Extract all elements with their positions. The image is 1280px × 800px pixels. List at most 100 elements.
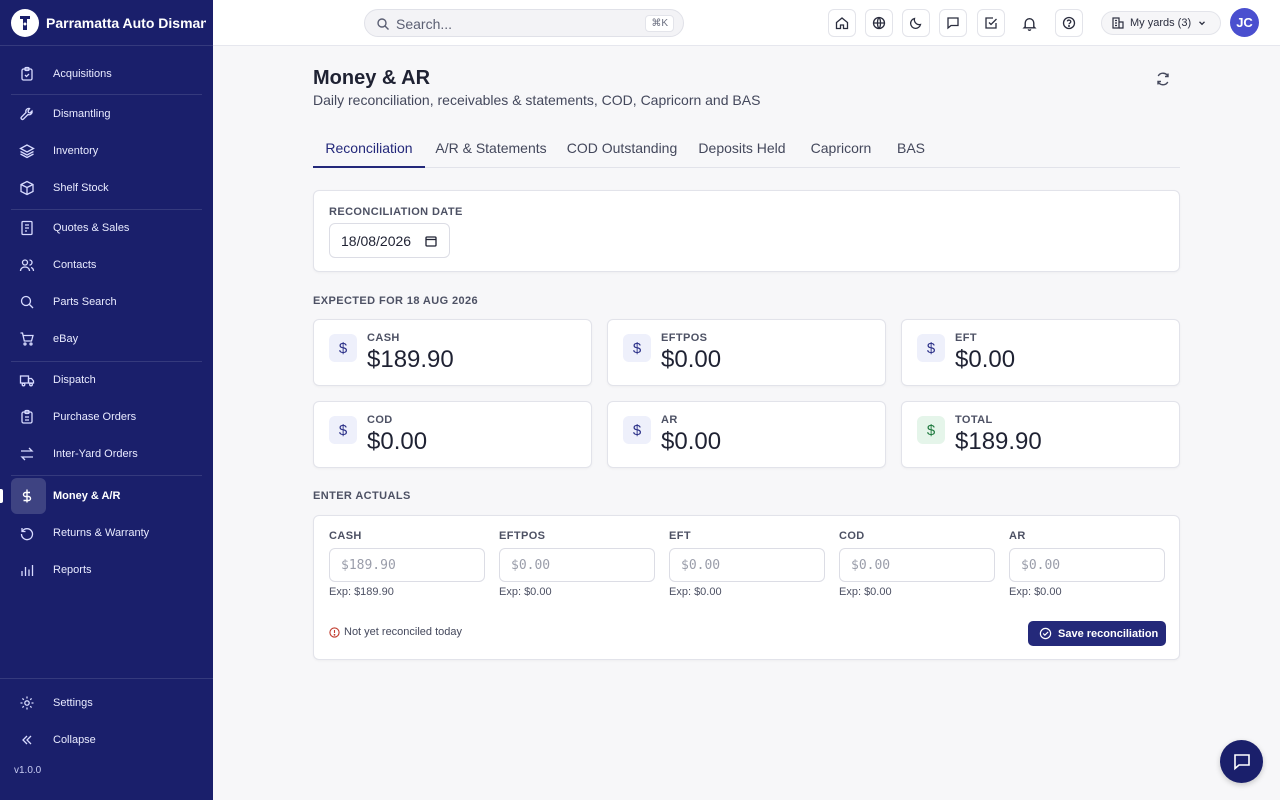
sidebar-item-parts-search[interactable]: Parts Search: [11, 284, 202, 320]
bell-icon: [1021, 17, 1037, 31]
yard-selector[interactable]: My yards (3): [1101, 11, 1221, 35]
layers-icon: [19, 144, 35, 159]
stat-value: $189.90: [955, 428, 1042, 455]
dollar-icon: [22, 489, 32, 503]
sidebar-item-dispatch[interactable]: Dispatch: [11, 362, 202, 398]
nav-divider: [11, 475, 202, 476]
tab-reconciliation[interactable]: Reconciliation: [313, 130, 425, 168]
reconciliation-date-input[interactable]: 18/08/2026: [329, 223, 450, 258]
app-version: v1.0.0: [14, 765, 42, 776]
sidebar-item-returns-warranty[interactable]: Returns & Warranty: [11, 515, 202, 551]
expected-hint: Exp: $189.90: [329, 586, 394, 598]
sidebar-collapse-button[interactable]: Collapse: [11, 722, 202, 758]
search-placeholder: Search...: [396, 16, 453, 32]
eftpos-actual-input[interactable]: $0.00: [499, 548, 655, 582]
topbar: Search... ⌘K My yards (3) JC: [213, 0, 1280, 46]
sidebar-item-label: Dismantling: [53, 108, 111, 120]
tab-deposits-held[interactable]: Deposits Held: [693, 130, 791, 168]
language-button[interactable]: [865, 9, 893, 37]
sidebar-item-label: Contacts: [53, 259, 97, 271]
date-value: 18/08/2026: [341, 233, 412, 249]
reconciliation-date-label: RECONCILIATION DATE: [329, 206, 463, 218]
tab-cod-outstanding[interactable]: COD Outstanding: [563, 130, 681, 168]
sidebar-item-reports[interactable]: Reports: [11, 552, 202, 588]
settings-label: Settings: [53, 697, 93, 709]
brand[interactable]: Parramatta Auto Dismantlers: [0, 0, 213, 46]
home-button[interactable]: [828, 9, 856, 37]
message-square-icon: [947, 17, 959, 30]
sidebar-item-ebay[interactable]: eBay: [11, 321, 202, 357]
chevron-down-icon: [1199, 21, 1206, 26]
eft-actual-input[interactable]: $0.00: [669, 548, 825, 582]
building-icon: [1112, 17, 1124, 29]
sidebar-item-money-ar[interactable]: Money & A/R: [11, 478, 202, 514]
search-shortcut-hint: ⌘K: [645, 15, 674, 32]
expected-ar-card: $ AR $0.00: [607, 401, 886, 468]
tab-bar: Reconciliation A/R & Statements COD Outs…: [313, 130, 1180, 168]
receipt-icon: [21, 220, 33, 236]
refresh-icon[interactable]: [1155, 71, 1171, 87]
cart-icon: [20, 332, 34, 346]
expected-hint: Exp: $0.00: [669, 586, 722, 598]
expected-eft-card: $ EFT $0.00: [901, 319, 1180, 386]
truck-icon: [19, 375, 35, 387]
dollar-icon: $: [917, 334, 945, 362]
field-label: COD: [839, 530, 865, 542]
stat-value: $0.00: [661, 428, 722, 455]
globe-icon: [872, 16, 886, 30]
calendar-icon[interactable]: [425, 235, 437, 247]
sidebar-item-inter-yard-orders[interactable]: Inter-Yard Orders: [11, 436, 202, 472]
search-icon: [377, 18, 389, 30]
sidebar-footer-divider: [0, 678, 213, 679]
stat-value: $0.00: [955, 346, 1016, 373]
expected-cash-card: $ CASH $189.90: [313, 319, 592, 386]
sidebar-item-quotes-sales[interactable]: Quotes & Sales: [11, 210, 202, 246]
notifications-button[interactable]: [1015, 9, 1043, 37]
messages-button[interactable]: [939, 9, 967, 37]
ar-actual-input[interactable]: $0.00: [1009, 548, 1165, 582]
sidebar-item-inventory[interactable]: Inventory: [11, 133, 202, 169]
bar-chart-icon: [21, 565, 34, 576]
help-circle-icon: [1062, 16, 1076, 30]
dollar-icon: $: [623, 334, 651, 362]
search-input[interactable]: Search... ⌘K: [364, 9, 684, 37]
sidebar-item-label: Purchase Orders: [53, 411, 137, 423]
sidebar-item-shelf-stock[interactable]: Shelf Stock: [11, 170, 202, 206]
tasks-button[interactable]: [977, 9, 1005, 37]
cod-actual-input[interactable]: $0.00: [839, 548, 995, 582]
field-label: AR: [1009, 530, 1026, 542]
expected-hint: Exp: $0.00: [499, 586, 552, 598]
chat-button[interactable]: [1220, 740, 1263, 783]
theme-toggle-button[interactable]: [902, 9, 930, 37]
dollar-icon: $: [917, 416, 945, 444]
sidebar: Parramatta Auto Dismantlers Acquisitions…: [0, 0, 213, 800]
sidebar-item-purchase-orders[interactable]: Purchase Orders: [11, 399, 202, 435]
wrench-icon: [20, 107, 33, 121]
cash-actual-input[interactable]: $189.90: [329, 548, 485, 582]
sidebar-item-dismantling[interactable]: Dismantling: [11, 96, 202, 132]
users-icon: [19, 259, 35, 272]
active-indicator: [0, 489, 3, 503]
sidebar-item-label: Inter-Yard Orders: [53, 448, 138, 460]
tab-ar-statements[interactable]: A/R & Statements: [429, 130, 553, 168]
return-icon: [20, 528, 34, 541]
home-icon: [835, 17, 849, 30]
alert-circle-icon: [329, 626, 340, 638]
sidebar-item-contacts[interactable]: Contacts: [11, 247, 202, 283]
avatar[interactable]: JC: [1230, 8, 1259, 37]
sidebar-item-label: Money & A/R: [53, 490, 121, 502]
help-button[interactable]: [1055, 9, 1083, 37]
sidebar-item-acquisitions[interactable]: Acquisitions: [11, 56, 202, 92]
chevrons-left-icon: [22, 735, 32, 745]
field-label: CASH: [329, 530, 362, 542]
stat-label: COD: [367, 414, 393, 426]
tab-bas[interactable]: BAS: [891, 130, 931, 168]
chat-icon: [1233, 753, 1250, 770]
clipboard-icon: [21, 66, 33, 81]
field-label: EFTPOS: [499, 530, 546, 542]
save-reconciliation-button[interactable]: Save reconciliation: [1028, 621, 1166, 646]
tab-capricorn[interactable]: Capricorn: [803, 130, 879, 168]
sidebar-item-settings[interactable]: Settings: [11, 685, 202, 721]
collapse-label: Collapse: [53, 734, 96, 746]
page-title: Money & AR: [313, 67, 431, 89]
